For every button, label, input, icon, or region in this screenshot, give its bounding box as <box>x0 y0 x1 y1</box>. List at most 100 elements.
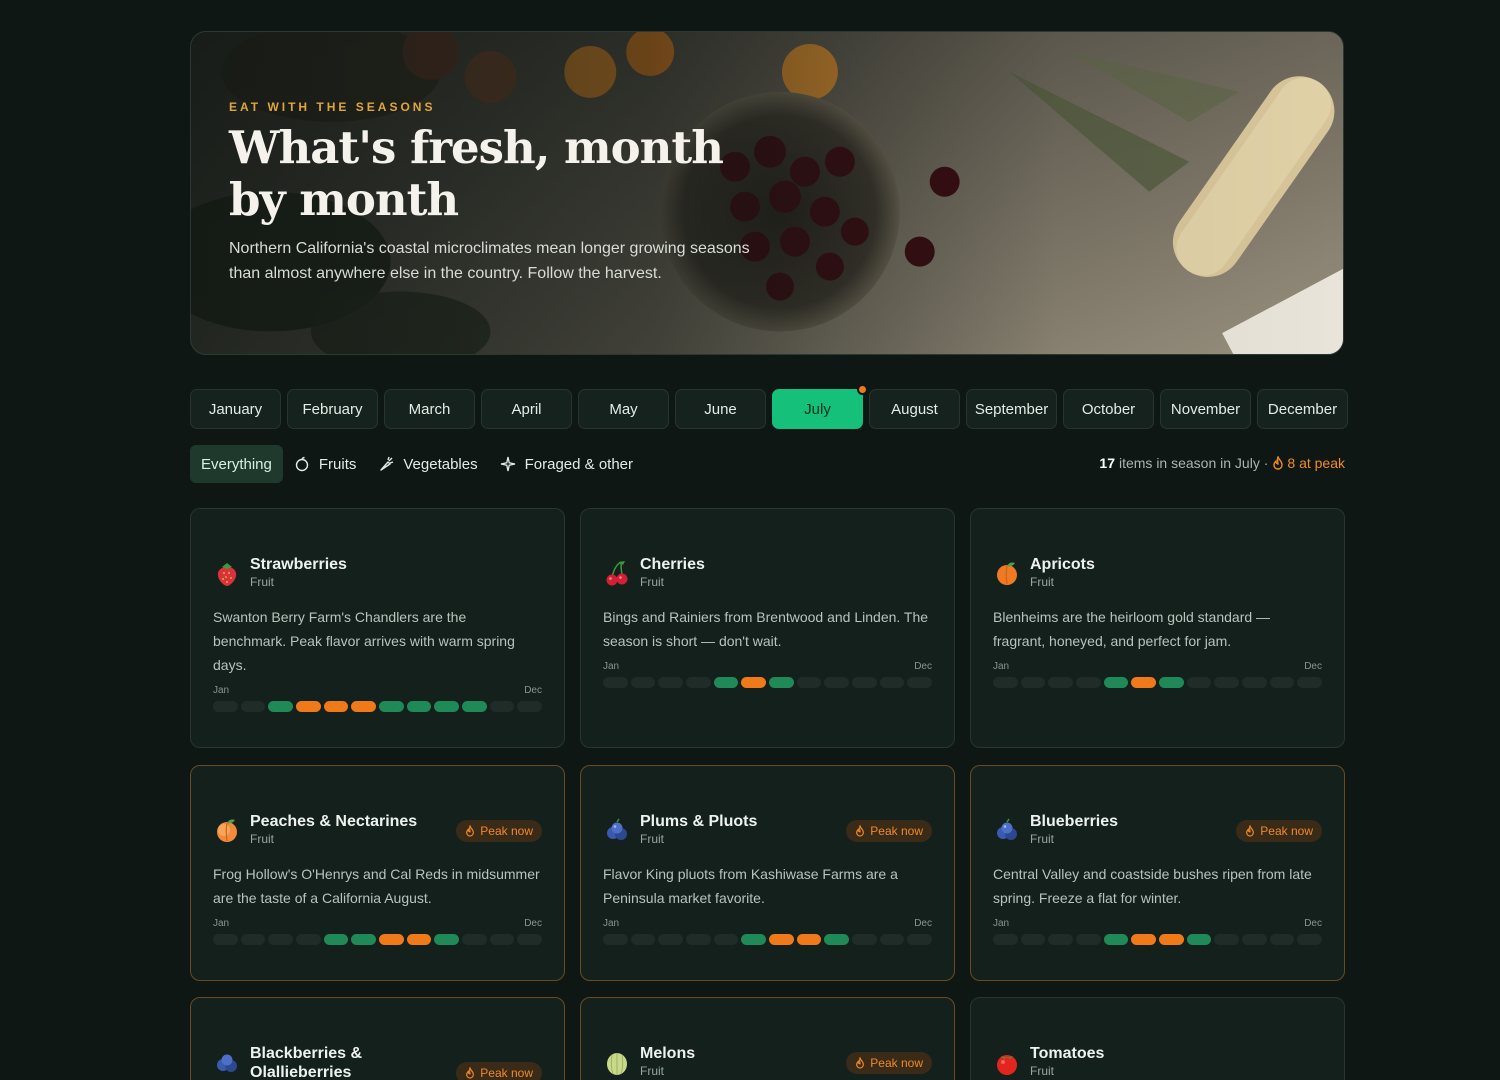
season-month-april <box>1076 934 1101 945</box>
tab-label: October <box>1081 400 1136 418</box>
produce-card-apricots[interactable]: Apricots Fruit Blenheims are the heirloom … <box>970 508 1345 748</box>
season-month-march <box>1048 934 1074 945</box>
filter-foraged-and-other[interactable]: Foraged & other <box>489 445 644 483</box>
season-bar <box>603 677 933 688</box>
season-start-label: Jan <box>603 661 620 672</box>
season-month-march <box>1048 677 1074 688</box>
season-calendar: Jan Dec <box>993 661 1323 688</box>
peak-badge: Peak now <box>846 820 932 842</box>
apple-icon <box>295 456 309 472</box>
season-bar <box>993 677 1323 688</box>
tab-may[interactable]: May <box>578 389 669 429</box>
season-month-august <box>1186 677 1212 688</box>
season-month-september <box>824 934 850 945</box>
season-month-april <box>686 677 711 688</box>
produce-type: Fruit <box>250 575 274 589</box>
produce-card-tomatoes[interactable]: Tomatoes Fruit <box>970 997 1345 1080</box>
tab-march[interactable]: March <box>384 389 475 429</box>
season-month-december <box>1297 934 1323 945</box>
season-month-august <box>796 934 822 945</box>
season-month-july <box>1159 934 1184 945</box>
season-month-september <box>1214 934 1240 945</box>
strawberry-icon <box>217 563 237 586</box>
produce-description: Flavor King pluots from Kashiwase Farms … <box>603 866 898 906</box>
season-calendar: Jan Dec <box>213 685 543 712</box>
produce-type: Fruit <box>640 832 664 846</box>
produce-type: Fruit <box>1030 832 1054 846</box>
season-calendar: Jan Dec <box>213 918 543 945</box>
season-calendar: Jan Dec <box>993 918 1323 945</box>
filter-fruits[interactable]: Fruits <box>283 445 368 483</box>
peak-badge: Peak now <box>456 820 542 842</box>
produce-card-melons[interactable]: Melons Fruit Peak now <box>580 997 955 1080</box>
filter-label: Fruits <box>318 455 357 473</box>
card-header: Peaches & Nectarines Fruit Peak now <box>213 812 542 846</box>
produce-name: Blueberries <box>1030 813 1119 830</box>
tab-september[interactable]: September <box>966 389 1057 429</box>
season-month-november <box>879 677 905 688</box>
season-month-august <box>796 677 822 688</box>
tab-label: November <box>1170 400 1241 418</box>
tab-june[interactable]: June <box>675 389 766 429</box>
season-month-june <box>741 677 767 688</box>
filter-label: Everything <box>201 455 272 473</box>
tab-january[interactable]: January <box>190 389 281 429</box>
season-bar <box>213 701 543 712</box>
produce-description: Frog Hollow's O'Henrys and Cal Reds in m… <box>213 866 540 906</box>
tab-november[interactable]: November <box>1160 389 1251 429</box>
tab-july[interactable]: July <box>772 384 868 429</box>
peak-count: 8 at peak <box>1287 455 1345 471</box>
season-month-june <box>1131 934 1157 945</box>
tab-label: August <box>891 400 938 418</box>
produce-card-blueberries[interactable]: Blueberries Fruit Peak now Central Valley a… <box>970 765 1345 981</box>
season-month-march <box>658 934 684 945</box>
season-month-october <box>1242 934 1267 945</box>
tab-label: July <box>804 400 831 418</box>
tab-august[interactable]: August <box>869 389 960 429</box>
season-month-october <box>462 701 487 712</box>
card-header: Plums & Pluots Fruit Peak now <box>603 812 932 846</box>
produce-name: Apricots <box>1030 556 1095 573</box>
season-month-january <box>993 934 1018 945</box>
apricot-icon <box>997 562 1017 585</box>
peak-badge-label: Peak now <box>870 824 923 838</box>
season-bar <box>993 934 1323 945</box>
filter-everything[interactable]: Everything <box>190 445 283 483</box>
produce-card-blackberries-and-olallieberries[interactable]: Blackberries & OlallieberriesFruitPeak n… <box>190 997 565 1080</box>
produce-card-cherries[interactable]: Cherries Fruit Bings and Rainiers from Bre… <box>580 508 955 748</box>
produce-card-peaches-and-nectarines[interactable]: Peaches & Nectarines Fruit Peak now Frog Ho… <box>190 765 565 981</box>
season-month-august <box>406 701 432 712</box>
season-month-september <box>1214 677 1240 688</box>
season-month-december <box>907 934 933 945</box>
season-end-label: Dec <box>1304 661 1322 672</box>
card-header: Cherries Fruit <box>603 555 932 589</box>
produce-type: Fruit <box>1030 1064 1054 1078</box>
tab-label: September <box>974 400 1049 418</box>
season-month-may <box>1103 934 1129 945</box>
card-header: Blueberries Fruit Peak now <box>993 812 1322 846</box>
produce-name: Strawberries <box>250 556 347 573</box>
season-month-may <box>323 934 349 945</box>
season-month-february <box>240 934 266 945</box>
season-month-march <box>268 934 294 945</box>
tab-october[interactable]: October <box>1063 389 1154 429</box>
season-month-november <box>1269 677 1295 688</box>
produce-card-strawberries[interactable]: Strawberries Fruit Swanton Berry Farm's Ch… <box>190 508 565 748</box>
season-end-label: Dec <box>914 661 932 672</box>
tab-april[interactable]: April <box>481 389 572 429</box>
season-month-may <box>1103 677 1129 688</box>
tab-february[interactable]: February <box>287 389 378 429</box>
season-month-july <box>769 934 794 945</box>
produce-type: Fruit <box>640 1064 664 1078</box>
filter-vegetables[interactable]: Vegetables <box>367 445 488 483</box>
tab-label: February <box>302 400 363 418</box>
season-month-february <box>630 934 656 945</box>
tab-december[interactable]: December <box>1257 389 1348 429</box>
season-month-december <box>517 934 543 945</box>
produce-card-plums-and-pluots[interactable]: Plums & Pluots Fruit Peak now Flavor King p… <box>580 765 955 981</box>
peak-badge-label: Peak now <box>480 824 533 838</box>
flame-icon <box>856 1057 865 1069</box>
peak-badge: Peak now <box>846 1052 932 1074</box>
month-tabs: January February March April May June July Augu… <box>190 384 1348 429</box>
season-month-december <box>517 701 543 712</box>
